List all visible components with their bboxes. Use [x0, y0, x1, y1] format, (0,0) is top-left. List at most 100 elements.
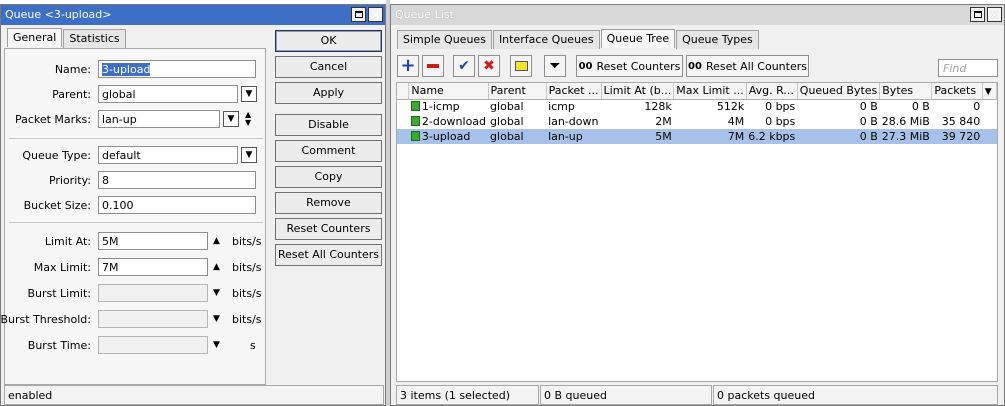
close-icon: ✕ — [989, 7, 1000, 22]
remove-button[interactable]: Remove — [275, 192, 382, 214]
window-title-bar[interactable]: Queue List ✕ — [391, 5, 1004, 25]
column-header-packets[interactable]: Packets — [931, 83, 983, 100]
maximize-button[interactable] — [351, 7, 366, 22]
packet-marks-dropdown-button[interactable]: ▼ — [223, 111, 239, 127]
burst-limit-field[interactable] — [98, 284, 208, 302]
close-button[interactable]: ✕ — [368, 7, 383, 22]
column-header-name[interactable]: Name — [408, 83, 489, 100]
window-title-bar[interactable]: Queue <3-upload> ✕ — [1, 5, 385, 25]
tab-simple-queues[interactable]: Simple Queues — [397, 30, 492, 49]
down-arrow-icon: ▼ — [245, 118, 252, 127]
tab-statistics[interactable]: Statistics — [63, 29, 126, 48]
name-field[interactable]: 3-upload — [98, 60, 256, 78]
disable-item-button[interactable]: ✖ — [478, 55, 500, 77]
limit-at-field[interactable]: 5M — [98, 232, 208, 250]
burst-limit-label: Burst Limit: — [27, 287, 91, 300]
column-header-bytes[interactable]: Bytes — [879, 83, 933, 100]
column-header-limit-at[interactable]: Limit At (b... — [601, 83, 675, 100]
burst-limit-unit: bits/s — [232, 287, 262, 300]
filter-button[interactable]: ⏷ — [544, 55, 566, 77]
cancel-button[interactable]: Cancel — [275, 56, 382, 78]
tab-general[interactable]: General — [7, 28, 63, 47]
down-arrow-icon: ▼ — [213, 288, 220, 298]
row-bytes: 28.6 MiB — [881, 115, 930, 128]
queue-type-value: default — [102, 149, 141, 162]
tab-queue-types[interactable]: Queue Types — [676, 30, 759, 49]
column-header-parent[interactable]: Parent — [488, 83, 547, 100]
find-input[interactable]: Find — [938, 59, 998, 77]
tab-interface-queues[interactable]: Interface Queues — [492, 30, 600, 49]
column-header-spacer — [397, 83, 410, 100]
limit-at-value: 5M — [102, 235, 119, 248]
burst-threshold-toggle[interactable]: ▼ — [213, 314, 220, 324]
comment-item-button[interactable] — [510, 55, 532, 77]
bucket-size-field[interactable]: 0.100 — [98, 196, 256, 214]
limit-at-toggle[interactable]: ▲ — [213, 236, 220, 246]
column-header-max-limit[interactable]: Max Limit ... — [673, 83, 747, 100]
row-max-limit: 4M — [727, 115, 745, 128]
table-header: Name Parent Packet ... Limit At (b... Ma… — [397, 83, 997, 100]
ok-button[interactable]: OK — [275, 30, 382, 52]
max-limit-field[interactable]: 7M — [98, 258, 208, 276]
burst-limit-toggle[interactable]: ▼ — [213, 288, 220, 298]
row-bytes: 0 B — [911, 100, 930, 114]
disable-button[interactable]: Disable — [275, 114, 382, 136]
remove-item-button[interactable] — [422, 55, 444, 77]
chevron-down-icon: ▼ — [984, 87, 992, 98]
bucket-size-label: Bucket Size: — [23, 199, 91, 212]
parent-dropdown-button[interactable]: ▼ — [241, 86, 257, 102]
burst-time-label: Burst Time: — [27, 339, 91, 352]
reset-all-counters-toolbar-button[interactable]: 00 Reset All Counters — [686, 55, 809, 77]
minus-icon — [427, 64, 439, 68]
row-parent: global — [490, 115, 524, 128]
packet-marks-add-remove[interactable]: ▲ ▼ — [245, 111, 251, 127]
bucket-size-value: 0.100 — [102, 199, 134, 212]
comment-button[interactable]: Comment — [275, 140, 382, 162]
parent-value: global — [102, 88, 136, 101]
name-label: Name: — [54, 63, 91, 76]
close-button[interactable]: ✕ — [987, 7, 1002, 22]
column-header-queued-bytes[interactable]: Queued Bytes — [797, 83, 881, 100]
add-button[interactable]: + — [397, 55, 419, 77]
column-header-avg-rate[interactable]: Avg. R... — [746, 83, 798, 100]
maximize-button[interactable] — [970, 7, 985, 22]
queue-icon — [410, 131, 420, 141]
burst-time-toggle[interactable]: ▼ — [213, 340, 220, 350]
queue-list-window: Queue List ✕ Simple Queues Interface Que… — [390, 4, 1005, 406]
copy-button[interactable]: Copy — [275, 166, 382, 188]
row-queued-bytes: 0 B — [859, 100, 878, 114]
max-limit-value: 7M — [102, 261, 119, 274]
check-icon: ✔ — [458, 58, 470, 74]
burst-threshold-field[interactable] — [98, 310, 208, 328]
table-row[interactable]: 1-icmp global icmp 128k 512k 0 bps 0 B 0… — [397, 99, 997, 114]
table-row-selected[interactable]: 3-upload global lan-up 5M 7M 6.2 kbps 0 … — [397, 129, 997, 144]
row-packet-marks: lan-up — [546, 129, 602, 144]
table-row[interactable]: 2-download global lan-down 2M 4M 0 bps 0… — [397, 114, 997, 129]
max-limit-unit: bits/s — [232, 261, 262, 274]
parent-select[interactable]: global — [98, 85, 238, 103]
reset-counters-label: Reset Counters — [596, 59, 681, 73]
queue-type-select[interactable]: default — [98, 146, 238, 164]
window-title: Queue <3-upload> — [5, 8, 112, 21]
burst-time-field[interactable] — [98, 336, 208, 354]
reset-counters-toolbar-button[interactable]: 00 Reset Counters — [576, 55, 683, 77]
apply-button[interactable]: Apply — [275, 82, 382, 104]
window-title: Queue List — [395, 8, 454, 21]
enable-button[interactable]: ✔ — [453, 55, 475, 77]
column-menu-button[interactable]: ▼ — [982, 83, 997, 100]
column-header-packet-marks[interactable]: Packet ... — [546, 83, 602, 100]
limit-at-label: Limit At: — [44, 235, 91, 248]
row-name: 2-download — [421, 115, 487, 128]
counter-icon: 00 — [688, 60, 702, 72]
queue-type-dropdown-button[interactable]: ▼ — [241, 147, 257, 163]
row-max-limit: 512k — [716, 100, 745, 114]
general-panel: Name: 3-upload Parent: global ▼ Packet M… — [0, 48, 266, 385]
priority-field[interactable]: 8 — [98, 171, 256, 189]
limit-at-unit: bits/s — [232, 235, 262, 248]
tab-queue-tree[interactable]: Queue Tree — [600, 29, 676, 48]
burst-threshold-label: Burst Threshold: — [0, 313, 92, 326]
reset-all-counters-button[interactable]: Reset All Counters — [275, 244, 382, 266]
packet-marks-select[interactable]: lan-up — [98, 110, 220, 128]
reset-counters-button[interactable]: Reset Counters — [275, 218, 382, 240]
max-limit-toggle[interactable]: ▲ — [213, 262, 220, 272]
